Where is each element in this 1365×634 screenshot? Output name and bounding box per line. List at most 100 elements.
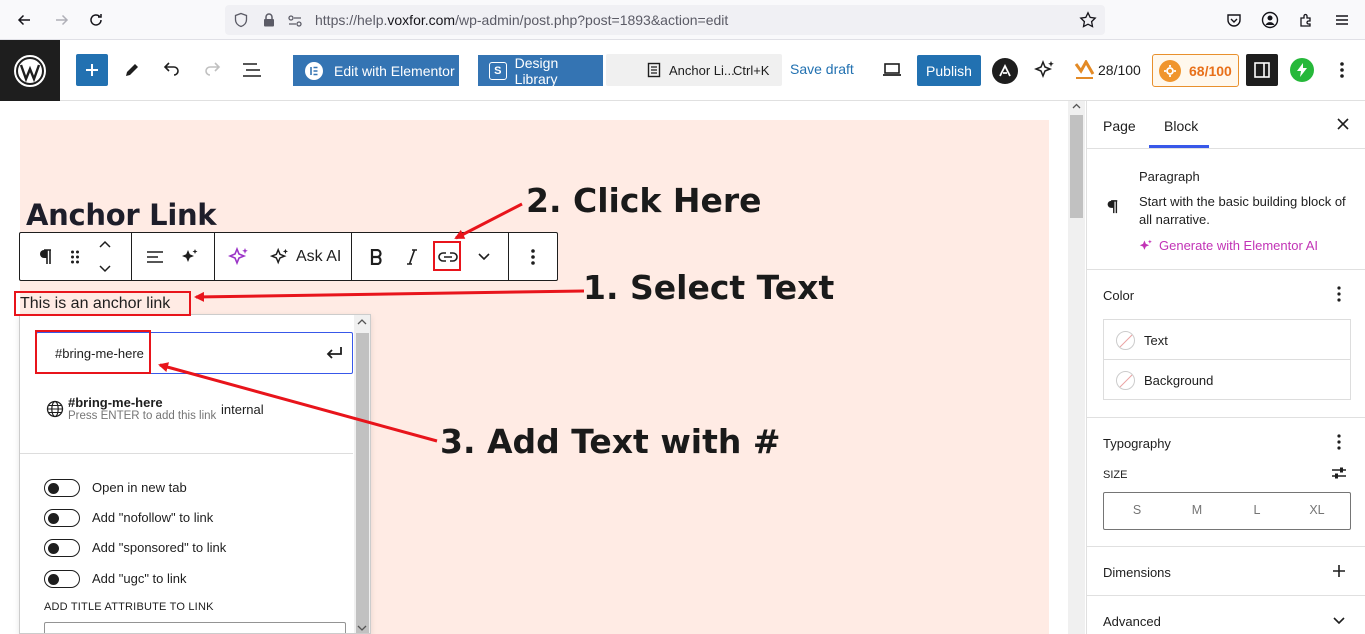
permissions-icon[interactable] xyxy=(287,13,303,29)
block-options-kebab-icon[interactable] xyxy=(520,233,546,280)
submit-enter-icon[interactable] xyxy=(325,346,343,360)
elementor-ai-sparkle-icon xyxy=(1139,239,1153,253)
paragraph-icon[interactable] xyxy=(30,233,60,280)
size-settings-icon[interactable] xyxy=(1329,463,1349,483)
publish-button[interactable]: Publish xyxy=(917,55,981,86)
browser-toolbar: https://help.voxfor.com/wp-admin/post.ph… xyxy=(0,0,1365,40)
reload-icon[interactable] xyxy=(84,8,108,32)
color-text-item[interactable]: Text xyxy=(1103,319,1351,360)
more-formats-chevron-icon[interactable] xyxy=(470,233,498,280)
tab-block[interactable]: Block xyxy=(1164,118,1198,134)
annotation-box-link-input xyxy=(35,330,151,374)
design-library-icon: S xyxy=(489,61,507,80)
drag-handle-icon[interactable] xyxy=(64,233,86,280)
post-heading[interactable]: Anchor Link xyxy=(26,198,217,232)
add-dimension-plus-icon[interactable] xyxy=(1329,561,1349,581)
yoast-seo-icon[interactable] xyxy=(1074,60,1096,82)
url-bar[interactable]: https://help.voxfor.com/wp-admin/post.ph… xyxy=(225,5,1105,35)
advanced-section-title[interactable]: Advanced xyxy=(1103,614,1161,629)
typography-options-kebab-icon[interactable] xyxy=(1329,432,1349,452)
link-suggestion[interactable]: #bring-me-here Press ENTER to add this l… xyxy=(20,385,353,435)
chevron-down-icon[interactable] xyxy=(1329,610,1349,630)
tools-pen-icon[interactable] xyxy=(118,54,146,86)
bookmark-star-icon[interactable] xyxy=(1079,11,1097,29)
lock-icon[interactable] xyxy=(261,12,277,28)
generate-with-elementor-ai-link[interactable]: Generate with Elementor AI xyxy=(1159,238,1318,253)
elementor-icon xyxy=(305,61,323,80)
block-description: Start with the basic building block of a… xyxy=(1139,194,1346,227)
popover-scrollbar[interactable] xyxy=(354,315,370,633)
size-option-m[interactable]: M xyxy=(1177,503,1217,517)
rank-math-score-button[interactable]: 68/100 xyxy=(1152,54,1239,87)
save-draft-button[interactable]: Save draft xyxy=(790,61,854,77)
redo-icon[interactable] xyxy=(198,54,226,86)
edit-with-elementor-button[interactable]: Edit with Elementor xyxy=(293,55,459,86)
seo-score-readout[interactable]: 28/100 xyxy=(1098,62,1141,78)
sparkle-icon xyxy=(270,247,288,264)
move-down-icon[interactable] xyxy=(94,256,116,280)
size-option-l[interactable]: L xyxy=(1237,503,1277,517)
design-library-button[interactable]: S Design Library xyxy=(478,55,603,87)
divider xyxy=(20,453,353,454)
size-label: SIZE xyxy=(1103,469,1128,481)
scroll-up-icon[interactable] xyxy=(357,319,367,325)
align-text-icon[interactable] xyxy=(141,233,169,280)
italic-icon[interactable] xyxy=(398,233,426,280)
title-attribute-input[interactable] xyxy=(44,622,346,633)
scroll-thumb[interactable] xyxy=(1070,115,1083,218)
extensions-icon[interactable] xyxy=(1294,8,1318,32)
toggle-nofollow[interactable]: Add "nofollow" to link xyxy=(44,508,344,528)
preview-laptop-icon[interactable] xyxy=(878,54,906,86)
back-icon[interactable] xyxy=(12,8,36,32)
paragraph-icon xyxy=(1105,198,1119,216)
toggle-sponsored[interactable]: Add "sponsored" to link xyxy=(44,538,344,558)
scroll-down-icon[interactable] xyxy=(357,625,367,631)
settings-sidebar-toggle-icon[interactable] xyxy=(1246,54,1278,86)
toggle-ugc[interactable]: Add "ugc" to link xyxy=(44,569,344,589)
bold-icon[interactable] xyxy=(362,233,390,280)
undo-icon[interactable] xyxy=(158,54,186,86)
toggle-switch[interactable] xyxy=(44,570,80,588)
move-up-icon[interactable] xyxy=(94,233,116,256)
font-size-picker: S M L XL xyxy=(1103,492,1351,530)
menu-icon[interactable] xyxy=(1330,8,1354,32)
scroll-thumb[interactable] xyxy=(356,333,369,633)
scroll-up-icon[interactable] xyxy=(1072,103,1081,109)
astra-icon[interactable] xyxy=(992,58,1018,84)
wordpress-logo-icon[interactable] xyxy=(0,40,60,101)
globe-icon xyxy=(46,400,64,418)
url-text[interactable]: https://help.voxfor.com/wp-admin/post.ph… xyxy=(315,12,728,28)
command-title: Anchor Li... xyxy=(669,63,735,78)
typography-section-title: Typography xyxy=(1103,436,1171,451)
color-options-kebab-icon[interactable] xyxy=(1329,284,1349,304)
settings-sidebar: Page Block Paragraph Start with the basi… xyxy=(1086,101,1365,634)
size-option-s[interactable]: S xyxy=(1117,503,1157,517)
performance-bolt-icon[interactable] xyxy=(1290,58,1314,82)
canvas-scrollbar[interactable] xyxy=(1068,101,1085,634)
ai-sparkle-icon[interactable] xyxy=(1032,57,1058,83)
shield-icon[interactable] xyxy=(233,12,249,28)
ask-ai-button[interactable]: Ask AI xyxy=(270,233,346,280)
block-name: Paragraph xyxy=(1139,169,1200,184)
toggle-open-new-tab[interactable]: Open in new tab xyxy=(44,478,344,498)
document-overview-icon[interactable] xyxy=(238,54,266,86)
add-block-button[interactable] xyxy=(76,54,108,86)
size-option-xl[interactable]: XL xyxy=(1297,503,1337,517)
toggle-switch[interactable] xyxy=(44,539,80,557)
forward-icon[interactable] xyxy=(50,8,74,32)
annotation-step-1: 1. Select Text xyxy=(583,268,835,307)
close-icon[interactable] xyxy=(1333,114,1353,134)
color-background-item[interactable]: Background xyxy=(1103,359,1351,400)
options-kebab-icon[interactable] xyxy=(1330,56,1354,84)
command-palette-button[interactable]: Anchor Li... Ctrl+K xyxy=(606,54,782,86)
toggle-switch[interactable] xyxy=(44,479,80,497)
title-attribute-label: ADD TITLE ATTRIBUTE TO LINK xyxy=(44,601,214,613)
elementor-ai-icon[interactable] xyxy=(223,233,255,280)
pocket-icon[interactable] xyxy=(1222,8,1246,32)
color-section-title: Color xyxy=(1103,288,1135,303)
page-icon xyxy=(646,62,662,78)
tab-page[interactable]: Page xyxy=(1103,118,1136,134)
ai-magic-icon[interactable] xyxy=(176,233,204,280)
toggle-switch[interactable] xyxy=(44,509,80,527)
account-icon[interactable] xyxy=(1258,8,1282,32)
